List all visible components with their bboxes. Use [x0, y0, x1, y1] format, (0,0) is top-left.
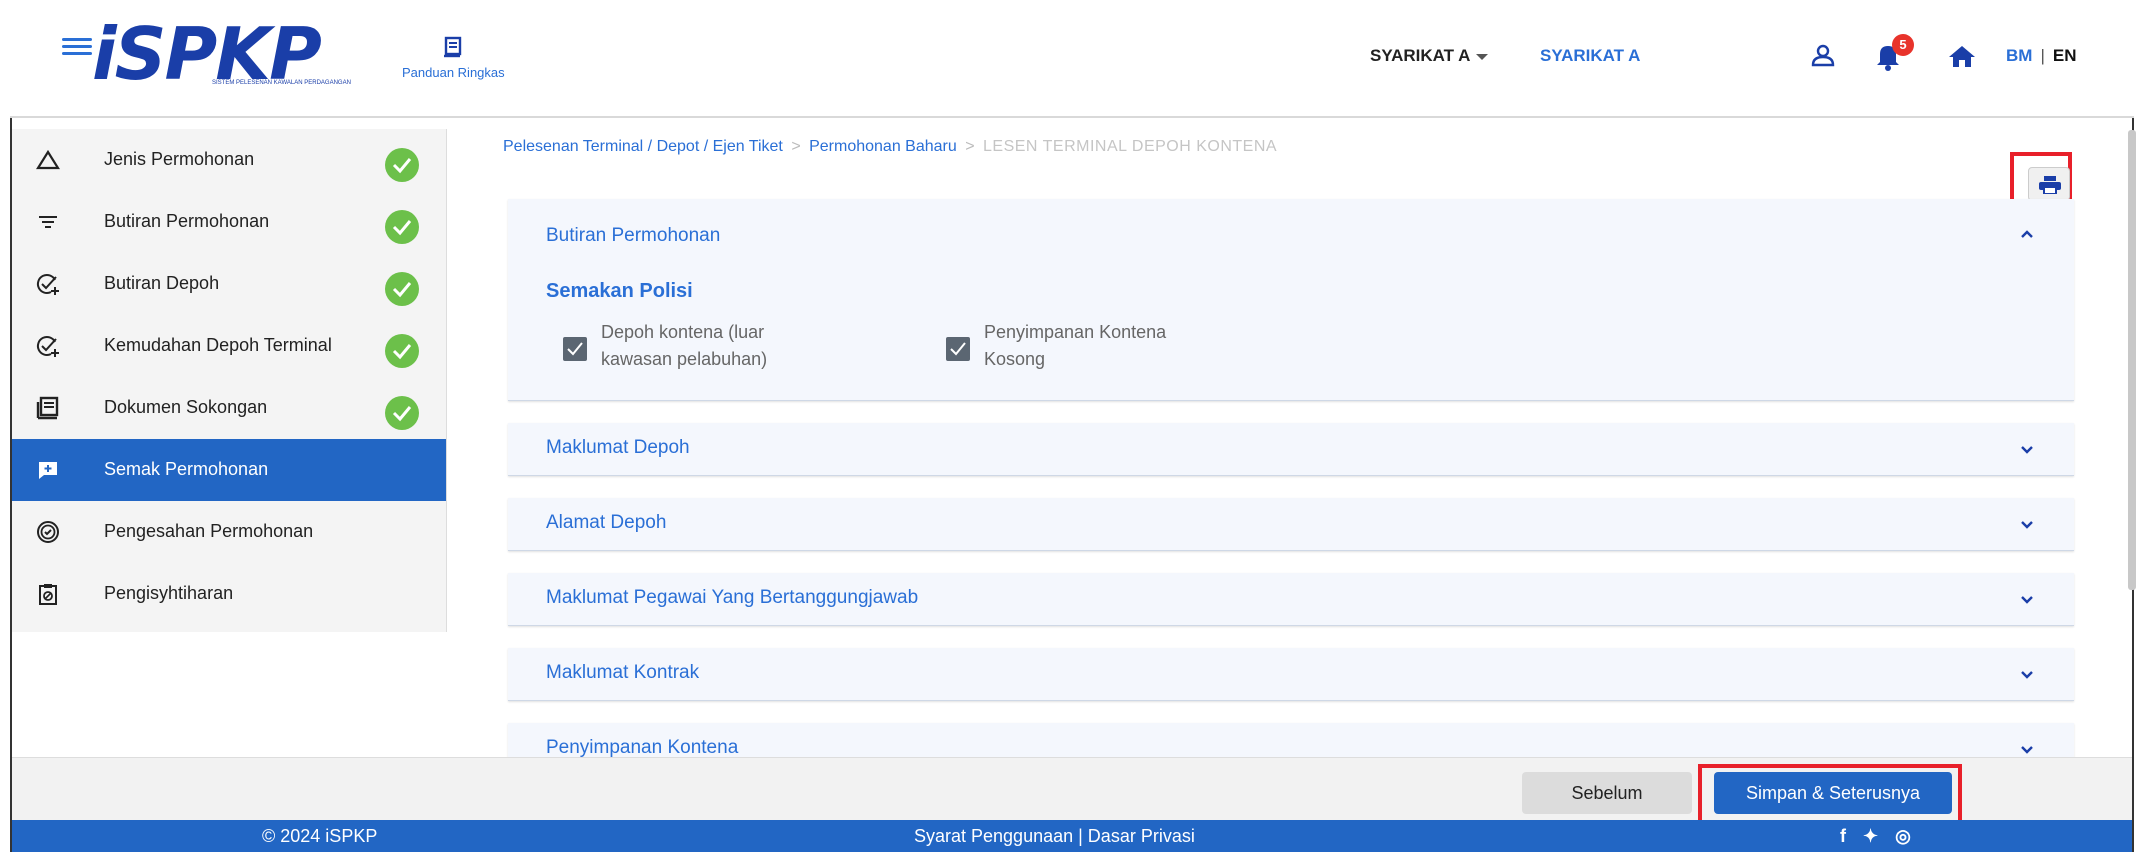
chevron-down-icon [2021, 446, 2033, 454]
sidebar-item-kemudahan-depoh-terminal[interactable]: Kemudahan Depoh Terminal [12, 315, 446, 377]
sidebar-item-pengesahan-permohonan[interactable]: Pengesahan Permohonan [12, 501, 446, 563]
accordion-maklumat-depoh[interactable]: Maklumat Depoh [508, 423, 2074, 476]
breadcrumb-current: LESEN TERMINAL DEPOH KONTENA [983, 138, 1278, 155]
company-dropdown[interactable]: SYARIKAT A [1370, 46, 1489, 66]
top-header: iSPKP SISTEM PELESENAN KAWALAN PERDAGANG… [10, 0, 2134, 118]
footer-links[interactable]: Syarat Penggunaan | Dasar Privasi [914, 826, 1195, 847]
chevron-down-icon [2021, 746, 2033, 754]
lang-separator: | [2040, 46, 2045, 65]
language-switcher: BM | EN [2006, 46, 2077, 66]
company-active-label[interactable]: SYARIKAT A [1540, 46, 1640, 66]
clipboard-icon [39, 584, 57, 605]
sidebar-steps: Jenis Permohonan Butiran Permohonan Buti… [12, 129, 447, 632]
breadcrumb: Pelesenan Terminal / Depot / Ejen Tiket … [503, 138, 1277, 156]
main-scrollbar[interactable] [2128, 130, 2136, 590]
previous-button[interactable]: Sebelum [1522, 772, 1692, 814]
checkbox-label-line: Penyimpanan Kontena [984, 322, 1167, 342]
chevron-down-icon [2021, 521, 2033, 529]
sidebar-item-label: Butiran Permohonan [104, 211, 270, 231]
sidebar-item-label: Kemudahan Depoh Terminal [104, 335, 332, 355]
logo-subtitle: SISTEM PELESENAN KAWALAN PERDAGANGAN [212, 80, 351, 86]
print-button[interactable] [2028, 167, 2070, 201]
sidebar-item-butiran-permohonan[interactable]: Butiran Permohonan [12, 191, 446, 253]
lang-bm[interactable]: BM [2006, 46, 2032, 65]
footer: © 2024 iSPKP Syarat Penggunaan | Dasar P… [12, 820, 2132, 852]
breadcrumb-link[interactable]: Pelesenan Terminal / Depot / Ejen Tiket [503, 138, 783, 155]
check-circle-icon [385, 210, 419, 244]
check-plus-icon [36, 273, 59, 295]
sidebar-item-label: Butiran Depoh [104, 273, 220, 293]
checkbox-label-line: Depoh kontena (luar [601, 322, 765, 342]
filter-lines-icon [39, 216, 57, 228]
chevron-down-icon [2021, 671, 2033, 679]
lang-en[interactable]: EN [2053, 46, 2077, 65]
menu-icon[interactable] [62, 38, 92, 56]
guide-book-icon [444, 36, 462, 58]
company-dropdown-label: SYARIKAT A [1370, 46, 1471, 65]
document-list-icon [36, 396, 59, 420]
breadcrumb-separator: > [791, 138, 801, 155]
check-circle-icon [385, 272, 419, 306]
footer-copyright: © 2024 iSPKP [262, 826, 378, 846]
social-icons[interactable]: f ✦ ◎ [1840, 826, 1917, 847]
checkbox-depoh-kontena-label: Depoh kontena (luar kawasan pelabuhan) [601, 319, 767, 373]
chevron-down-icon [1476, 53, 1489, 60]
accordion-butiran-permohonan: Butiran Permohonan Semakan Polisi Depoh … [508, 199, 2074, 401]
user-icon[interactable] [1810, 42, 1836, 68]
sidebar-item-jenis-permohonan[interactable]: Jenis Permohonan [12, 129, 446, 191]
policy-review-heading: Semakan Polisi [546, 280, 693, 302]
sidebar-item-label: Dokumen Sokongan [104, 397, 268, 417]
accordion-alamat-depoh[interactable]: Alamat Depoh [508, 498, 2074, 551]
sidebar-item-label: Jenis Permohonan [104, 149, 255, 169]
breadcrumb-link[interactable]: Permohonan Baharu [809, 138, 957, 155]
chevron-down-icon [2021, 596, 2033, 604]
app-logo[interactable]: iSPKP SISTEM PELESENAN KAWALAN PERDAGANG… [92, 16, 392, 92]
save-next-button[interactable]: Simpan & Seterusnya [1714, 772, 1952, 814]
accordion-maklumat-pegawai[interactable]: Maklumat Pegawai Yang Bertanggungjawab [508, 573, 2074, 626]
checkbox-penyimpanan-kontena[interactable] [946, 337, 970, 361]
sidebar-item-label: Pengisyhtiharan [104, 583, 234, 603]
check-circle-icon [385, 334, 419, 368]
check-plus-icon [36, 335, 59, 357]
notification-badge: 5 [1892, 34, 1914, 56]
sidebar-item-pengisyhtiharan[interactable]: Pengisyhtiharan [12, 563, 446, 625]
sidebar-item-semak-permohonan[interactable]: Semak Permohonan [12, 439, 446, 501]
accordion-title: Maklumat Pegawai Yang Bertanggungjawab [546, 587, 919, 608]
checkbox-penyimpanan-kontena-label: Penyimpanan Kontena Kosong [984, 319, 1166, 373]
quick-guide-link[interactable]: Panduan Ringkas [402, 36, 505, 80]
sidebar-item-label: Pengesahan Permohonan [104, 521, 314, 541]
sidebar-item-dokumen-sokongan[interactable]: Dokumen Sokongan [12, 377, 446, 439]
checkbox-label-line: kawasan pelabuhan) [601, 349, 768, 369]
home-icon[interactable] [1948, 44, 1976, 68]
accordion-title: Alamat Depoh [546, 512, 667, 533]
check-circle-icon [385, 396, 419, 430]
accordion-title[interactable]: Butiran Permohonan [546, 225, 720, 247]
accordion-maklumat-kontrak[interactable]: Maklumat Kontrak [508, 648, 2074, 701]
review-chat-icon [39, 462, 57, 479]
chevron-up-icon[interactable] [2020, 227, 2034, 241]
accordion-title: Maklumat Kontrak [546, 662, 700, 683]
accordion-title: Maklumat Depoh [546, 437, 690, 458]
sidebar-item-butiran-depoh[interactable]: Butiran Depoh [12, 253, 446, 315]
guide-label: Panduan Ringkas [402, 65, 505, 80]
triangle-icon [36, 149, 60, 170]
checkbox-label-line: Kosong [984, 349, 1046, 369]
accordion-penyimpanan-kontena[interactable]: Penyimpanan Kontena [508, 723, 2074, 758]
checkbox-depoh-kontena[interactable] [563, 337, 587, 361]
check-circle-icon [385, 148, 419, 182]
verified-badge-icon [37, 521, 59, 543]
sidebar-item-label: Semak Permohonan [104, 459, 269, 479]
accordion-title: Penyimpanan Kontena [546, 737, 739, 758]
print-icon [2039, 176, 2061, 194]
breadcrumb-separator: > [965, 138, 975, 155]
